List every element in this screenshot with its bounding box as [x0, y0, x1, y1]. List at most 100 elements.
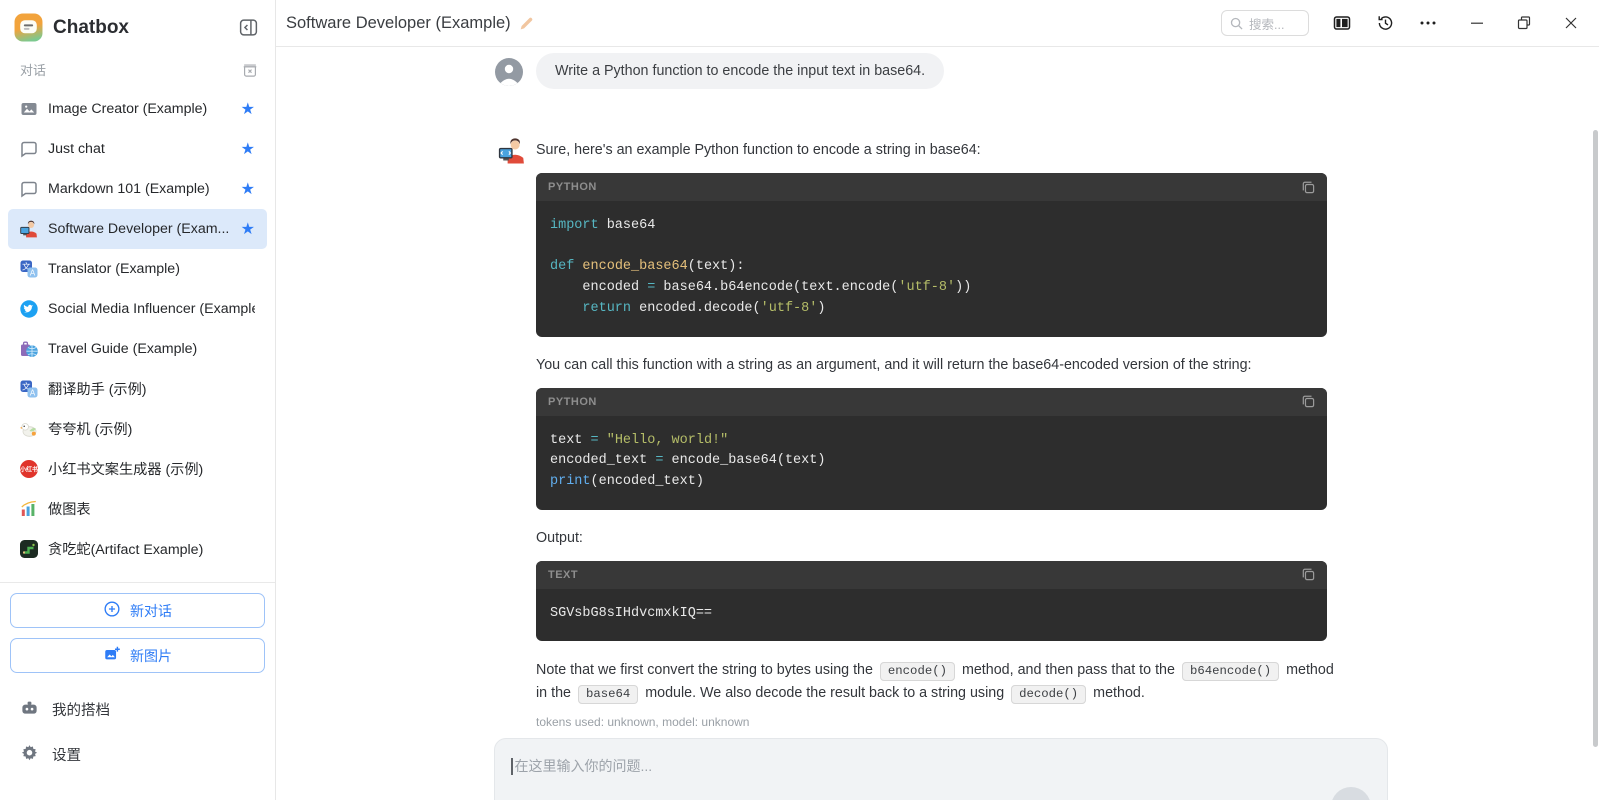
conversations-section-header: 对话: [0, 50, 275, 87]
output-label: Output:: [536, 528, 1342, 548]
svg-text:小红书: 小红书: [19, 465, 38, 473]
send-button[interactable]: [1331, 787, 1371, 800]
code-content: text = "Hello, world!"encoded_text = enc…: [536, 416, 1327, 510]
technologist-icon: [19, 219, 39, 239]
code-block-python-2: PYTHON text = "Hello, world!"encoded_text…: [536, 388, 1327, 510]
conversation-label: 小红书文案生成器 (示例): [48, 459, 255, 479]
code-content: import base64 def encode_base64(text): e…: [536, 201, 1327, 337]
note-text: Note that we first convert the string to…: [536, 662, 877, 678]
conversation-label: 贪吃蛇(Artifact Example): [48, 539, 255, 559]
new-image-button[interactable]: 新图片: [10, 638, 265, 673]
xiaohongshu-icon: 小红书: [19, 459, 39, 479]
input-placeholder-row: 在这里输入你的问题...: [511, 756, 1371, 776]
note-text: module. We also decode the result back t…: [641, 685, 1008, 701]
assistant-message-row: Sure, here's an example Python function …: [497, 136, 1599, 729]
note-text: method, and then pass that to the: [958, 662, 1179, 678]
settings-item[interactable]: 设置: [0, 732, 275, 777]
copy-code-icon[interactable]: [1300, 179, 1317, 196]
sidebar-item-tanchishe[interactable]: 贪吃蛇(Artifact Example): [8, 529, 267, 569]
conversation-label: Translator (Example): [48, 261, 255, 277]
my-partners-item[interactable]: 我的搭档: [0, 687, 275, 732]
search-icon: [1230, 17, 1243, 30]
sidebar-item-just-chat[interactable]: Just chat★: [8, 129, 267, 169]
copy-code-icon[interactable]: [1300, 566, 1317, 583]
travel-icon: [19, 339, 39, 359]
conversation-label: Markdown 101 (Example): [48, 181, 235, 197]
code-block-text-output: TEXT SGVsbG8sIHdvcmxkIQ==: [536, 561, 1327, 642]
twitter-icon: [19, 299, 39, 319]
settings-label: 设置: [52, 744, 81, 765]
star-icon[interactable]: ★: [241, 141, 255, 157]
user-message-row: Write a Python function to encode the in…: [495, 53, 1599, 89]
my-partners-label: 我的搭档: [52, 699, 110, 720]
sidebar-item-translator[interactable]: 文A Translator (Example): [8, 249, 267, 289]
svg-text:A: A: [30, 268, 36, 277]
code-language-label: PYTHON: [548, 181, 1300, 193]
translator-icon: 文A: [19, 259, 39, 279]
conversation-title: Software Developer (Example): [286, 14, 511, 33]
code-language-label: PYTHON: [548, 396, 1300, 408]
sidebar: Chatbox 对话 Image Creator (Example)★Just …: [0, 0, 276, 800]
copy-code-icon[interactable]: [1300, 393, 1317, 410]
more-options-icon[interactable]: [1418, 13, 1438, 33]
assistant-message-content: Sure, here's an example Python function …: [536, 136, 1342, 729]
sidebar-item-social-media-influencer[interactable]: Social Media Influencer (Example): [8, 289, 267, 329]
chat-scrollbar[interactable]: [1593, 130, 1598, 747]
sidebar-item-software-developer[interactable]: Software Developer (Exam... ★: [8, 209, 267, 249]
history-icon[interactable]: [1375, 13, 1395, 33]
minimize-button[interactable]: [1469, 15, 1485, 31]
main-header: Software Developer (Example) 搜索...: [276, 0, 1599, 47]
collapse-sidebar-icon[interactable]: [238, 17, 259, 38]
message-input[interactable]: 在这里输入你的问题...: [494, 738, 1388, 800]
new-chat-button[interactable]: 新对话: [10, 593, 265, 628]
edit-title-icon[interactable]: [519, 16, 534, 31]
robot-icon: [20, 698, 39, 721]
gear-icon: [20, 743, 39, 766]
sidebar-item-image-creator[interactable]: Image Creator (Example) ★: [8, 89, 267, 129]
code-content: SGVsbG8sIHdvcmxkIQ==: [536, 589, 1327, 642]
token-usage-text: tokens used: unknown, model: unknown: [536, 715, 1342, 729]
chatbox-logo-icon: [14, 13, 43, 42]
plus-circle-icon: [103, 600, 121, 621]
code-block-header: TEXT: [536, 561, 1327, 589]
sidebar-header: Chatbox: [0, 0, 275, 50]
star-icon[interactable]: ★: [241, 181, 255, 197]
code-block-header: PYTHON: [536, 173, 1327, 201]
assistant-middle-text: You can call this function with a string…: [536, 355, 1342, 375]
search-input[interactable]: 搜索...: [1221, 10, 1309, 36]
star-icon[interactable]: ★: [241, 101, 255, 117]
input-placeholder: 在这里输入你的问题...: [515, 756, 653, 776]
assistant-intro-text: Sure, here's an example Python function …: [536, 140, 1342, 160]
conversation-label: Software Developer (Exam...: [48, 221, 235, 237]
sidebar-item-fanyi-zhushou[interactable]: 文A翻译助手 (示例): [8, 369, 267, 409]
image-icon: [19, 99, 39, 119]
conversations-label: 对话: [20, 60, 241, 79]
conversation-label: Image Creator (Example): [48, 101, 235, 117]
chart-icon: [19, 499, 39, 519]
note-paragraph: Note that we first convert the string to…: [536, 659, 1342, 705]
toggle-panel-icon[interactable]: [1332, 13, 1352, 33]
main-panel: Software Developer (Example) 搜索...: [276, 0, 1599, 800]
inline-code: base64: [578, 685, 638, 704]
new-image-label: 新图片: [130, 646, 172, 666]
sidebar-item-kuakuaji[interactable]: 夸夸机 (示例): [8, 409, 267, 449]
close-window-button[interactable]: [1563, 15, 1579, 31]
sidebar-item-xiaohongshu[interactable]: 小红书 小红书文案生成器 (示例): [8, 449, 267, 489]
translator-icon: 文A: [19, 379, 39, 399]
sidebar-item-travel-guide[interactable]: Travel Guide (Example): [8, 329, 267, 369]
clear-conversations-icon[interactable]: [241, 61, 259, 79]
user-avatar: [495, 58, 523, 86]
conversation-label: 做图表: [48, 499, 255, 519]
code-language-label: TEXT: [548, 569, 1300, 581]
inline-code: encode(): [880, 662, 955, 681]
new-chat-label: 新对话: [130, 601, 172, 621]
inline-code: b64encode(): [1182, 662, 1279, 681]
sidebar-item-zuotubiao[interactable]: 做图表: [8, 489, 267, 529]
chat-icon: [19, 179, 39, 199]
conversation-label: Travel Guide (Example): [48, 341, 255, 357]
sidebar-item-markdown-101[interactable]: Markdown 101 (Example) ★: [8, 169, 267, 209]
restore-window-button[interactable]: [1516, 15, 1532, 31]
code-block-header: PYTHON: [536, 388, 1327, 416]
text-caret: [511, 758, 513, 775]
star-icon[interactable]: ★: [241, 221, 255, 237]
